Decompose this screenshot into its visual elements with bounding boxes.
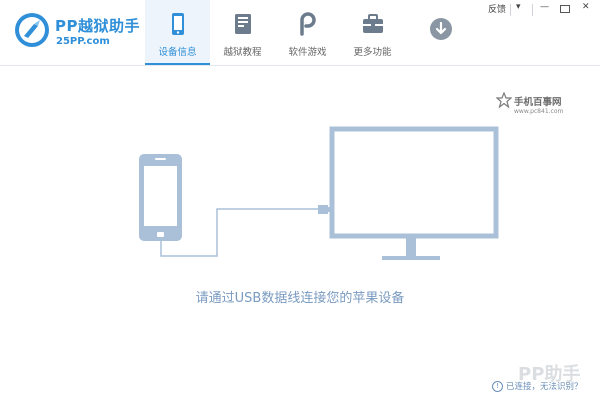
tab-device-info[interactable]: 设备信息: [145, 0, 210, 65]
status-bar[interactable]: ! 已连接，无法识别？: [492, 380, 583, 392]
usb-plug-icon: [318, 205, 328, 214]
tab-label: 更多功能: [353, 47, 392, 58]
main-tabs: 设备信息 越狱教程 软件游戏 更多功能: [145, 0, 405, 65]
star-icon: [496, 92, 512, 108]
maximize-button[interactable]: [560, 5, 570, 13]
watermark-pc841: 手机百事网 www.pc841.com: [496, 90, 596, 120]
app-title: PP越狱助手: [55, 17, 140, 35]
monitor-icon: [329, 126, 499, 260]
menu-dropdown-button[interactable]: ▾: [516, 2, 521, 12]
usb-cable-icon: [160, 208, 318, 257]
divider: [510, 4, 511, 16]
tab-label: 软件游戏: [288, 47, 327, 58]
app-domain: 25PP.com: [56, 36, 110, 47]
pp-logo-icon: [15, 13, 49, 47]
close-button[interactable]: ✕: [582, 2, 590, 12]
status-link[interactable]: 已连接，无法识别？: [506, 382, 583, 392]
app-logo: PP越狱助手 25PP.com: [14, 10, 154, 54]
pp-store-icon: [299, 12, 316, 36]
watermark-brand: 手机百事网: [514, 97, 562, 108]
phone-icon: [171, 13, 184, 35]
book-icon: [234, 14, 251, 34]
minimize-button[interactable]: —: [540, 2, 549, 12]
feedback-link[interactable]: 反馈: [488, 2, 506, 15]
connect-prompt: 请通过USB数据线连接您的苹果设备: [195, 291, 405, 306]
tab-jailbreak-tutorial[interactable]: 越狱教程: [210, 0, 275, 65]
iphone-icon: [139, 154, 182, 241]
tab-apps-games[interactable]: 软件游戏: [275, 0, 340, 65]
download-icon[interactable]: [428, 16, 454, 42]
watermark-url: www.pc841.com: [514, 108, 564, 115]
tab-label: 设备信息: [158, 47, 197, 58]
divider: [532, 4, 533, 16]
tab-label: 越狱教程: [223, 47, 262, 58]
info-icon: !: [492, 381, 503, 392]
toolbox-icon: [362, 14, 383, 33]
title-bar: PP越狱助手 25PP.com 设备信息 越狱教程 软件游戏 更多功能 反馈 ▾…: [0, 0, 600, 66]
tab-more-features[interactable]: 更多功能: [340, 0, 405, 65]
